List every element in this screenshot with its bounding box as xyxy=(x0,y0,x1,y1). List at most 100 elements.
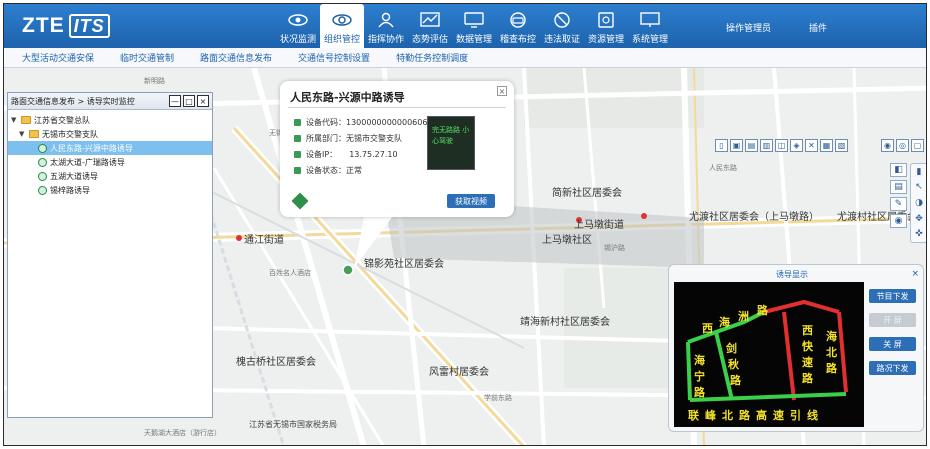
guidance-board: 西 海 洲 路 海 宁 路 剑 秋 路 西 快 速 路 海 北 路 联峰北路高速… xyxy=(674,282,864,427)
expand-icon[interactable]: ▼ xyxy=(11,116,19,124)
zoom-box-icon[interactable]: ▣ xyxy=(730,139,743,152)
device-icon xyxy=(38,171,47,181)
panel-breadcrumb: 路面交通信息发布 > 诱导实时监控 xyxy=(11,96,135,106)
print-icon[interactable]: ▧ xyxy=(835,139,848,152)
board-road-label: 剑 xyxy=(726,342,737,355)
guidance-close-icon[interactable]: × xyxy=(911,269,919,279)
subnav-signal-control[interactable]: 交通信号控制设置 xyxy=(298,51,370,64)
board-road-label: 路 xyxy=(730,374,741,387)
nav-data-mgmt[interactable]: 数据管理 xyxy=(452,4,496,48)
fullscreen-icon[interactable]: ✕ xyxy=(805,139,818,152)
header-right: 操作管理员 插件 xyxy=(726,21,827,34)
publish-traffic-button[interactable]: 路况下发 xyxy=(869,361,916,375)
nav-status-monitor[interactable]: 状况监测 xyxy=(276,4,320,48)
signal-icon[interactable]: ✎ xyxy=(890,197,907,211)
nav-situation-eval[interactable]: 态势评估 xyxy=(408,4,452,48)
screen-icon xyxy=(640,11,660,28)
map-label: 上马墩社区 xyxy=(542,235,592,246)
popup-title: 人民东路-兴源中路诱导 xyxy=(290,91,405,104)
close-button[interactable]: × xyxy=(197,95,209,107)
pan-tool-icon[interactable]: ▯ xyxy=(715,139,728,152)
chart-icon xyxy=(420,11,440,28)
subnav-temp-control[interactable]: 临时交通管制 xyxy=(120,51,174,64)
guidance-title: 诱导显示 xyxy=(776,270,808,279)
compass-icon[interactable]: ✜ xyxy=(913,228,925,240)
info-device-code: 设备代码： 1300000000000606 xyxy=(294,117,427,128)
maximize-button[interactable]: □ xyxy=(183,95,195,107)
tree-node-device[interactable]: 太湖大道-广瑞路诱导 xyxy=(8,155,212,169)
camera-icon[interactable]: ◧ xyxy=(890,163,907,177)
tree-node-device[interactable]: 人民东路-兴源中路诱导 xyxy=(8,141,212,155)
minimize-button[interactable]: — xyxy=(169,95,181,107)
expand-icon[interactable]: ▼ xyxy=(19,130,27,138)
gear-eye-icon xyxy=(332,11,352,28)
bullet-icon xyxy=(294,151,301,158)
board-road-label: 速 xyxy=(802,356,813,369)
device-thumbnail[interactable]: 完无路路 小心驾驶 xyxy=(427,116,475,170)
board-road-label: 路 xyxy=(694,386,705,399)
get-video-button[interactable]: 获取视频 xyxy=(447,194,495,208)
nav-system-mgmt[interactable]: 系统管理 xyxy=(628,4,672,48)
nav-org-control[interactable]: 组织管控 xyxy=(320,4,364,48)
tree-node-province[interactable]: ▼ 江苏省交警总队 xyxy=(8,113,212,127)
navigate-icon[interactable]: ✥ xyxy=(913,213,925,225)
car-icon xyxy=(508,11,528,28)
map-label: 新明路 xyxy=(144,77,165,85)
device-icon xyxy=(38,157,47,167)
board-road-label: 路 xyxy=(802,372,813,385)
board-road-label: 海 xyxy=(826,330,837,343)
subnav-event-security[interactable]: 大型活动交通安保 xyxy=(22,51,94,64)
layer-switch-icon[interactable]: ◑ xyxy=(913,197,925,209)
grid-icon[interactable]: ▦ xyxy=(820,139,833,152)
tree-node-device[interactable]: 五湖大道诱导 xyxy=(8,169,212,183)
publish-program-button[interactable]: 节目下发 xyxy=(869,289,916,303)
sign-icon[interactable]: ▤ xyxy=(890,180,907,194)
map-label: 靖海新村社区居委会 xyxy=(520,317,610,328)
view-square-icon[interactable]: ▢ xyxy=(911,139,924,152)
device-tree: ▼ 江苏省交警总队 ▼ 无锡市交警支队 人民东路-兴源中路诱导 太湖大道-广瑞路… xyxy=(8,110,212,197)
tree-node-city[interactable]: ▼ 无锡市交警支队 xyxy=(8,127,212,141)
layer-icon[interactable]: ▤ xyxy=(745,139,758,152)
tree-node-device[interactable]: 锡梓路诱导 xyxy=(8,183,212,197)
map-label: 江苏省无锡市国家税务局 xyxy=(249,420,337,429)
nav-inspection[interactable]: 稽查布控 xyxy=(496,4,540,48)
user-menu[interactable]: 操作管理员 xyxy=(726,21,771,34)
board-road-label: 西 xyxy=(702,322,713,335)
view-layer-icon[interactable]: ◎ xyxy=(896,139,909,152)
open-screen-button[interactable]: 开 屏 xyxy=(869,313,916,327)
safe-icon xyxy=(596,11,616,28)
device-type-icon xyxy=(291,192,309,210)
view-eye-icon[interactable]: ◉ xyxy=(881,139,894,152)
board-road-label: 联峰北路高速引线 xyxy=(688,409,824,422)
nav-violation-evidence[interactable]: 违法取证 xyxy=(540,4,584,48)
nav-resource-mgmt[interactable]: 资源管理 xyxy=(584,4,628,48)
folder-icon xyxy=(21,116,31,124)
map-label: 天鹅湖大酒店（游行店） xyxy=(144,429,221,437)
cursor-icon[interactable]: ↖ xyxy=(913,181,925,193)
panel-window-buttons: — □ × xyxy=(169,95,209,107)
zoom-slider-icon[interactable]: ▮ xyxy=(913,166,925,178)
map-label: 简新社区居委会 xyxy=(552,188,622,199)
info-device-status: 设备状态： 正常 xyxy=(294,165,362,176)
map-label: 风雷村居委会 xyxy=(429,367,489,378)
board-road-label: 海 xyxy=(694,354,705,367)
map-label: 学前东路 xyxy=(484,394,512,402)
board-road-label: 海 xyxy=(719,316,730,329)
bullet-icon xyxy=(294,167,301,174)
subnav-special-task[interactable]: 特勤任务控制调度 xyxy=(396,51,468,64)
eye-icon xyxy=(288,11,308,28)
subnav-info-publish[interactable]: 路面交通信息发布 xyxy=(200,51,272,64)
popup-close-icon[interactable]: × xyxy=(497,86,507,96)
nav-command-collab[interactable]: 指挥协作 xyxy=(364,4,408,48)
left-panel: 路面交通信息发布 > 诱导实时监控 — □ × ▼ 江苏省交警总队 ▼ 无锡市交… xyxy=(7,92,213,418)
map-label: 锦影苑社区居委会 xyxy=(364,259,444,270)
map-label: 尤渡社区居委会（上马墩路） xyxy=(689,212,819,223)
marker-icon[interactable]: ◈ xyxy=(790,139,803,152)
visibility-icon[interactable]: ◉ xyxy=(890,214,907,228)
draw-icon[interactable]: ◫ xyxy=(775,139,788,152)
device-icon xyxy=(38,185,47,195)
measure-icon[interactable]: ▥ xyxy=(760,139,773,152)
board-road-label: 路 xyxy=(826,362,837,375)
plugin-link[interactable]: 插件 xyxy=(809,21,827,34)
close-screen-button[interactable]: 关 屏 xyxy=(869,337,916,351)
